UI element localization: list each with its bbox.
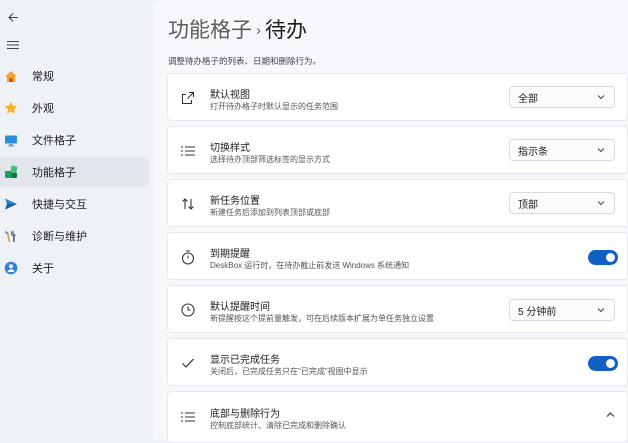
page-title: 待办 [265, 19, 307, 42]
default-reminder-time-dropdown[interactable]: 5 分钟前 [509, 299, 615, 321]
breadcrumb: 功能格子 › 待办 [168, 14, 307, 44]
setting-title: 底部与删除行为 [210, 409, 280, 420]
chevron-down-icon [597, 201, 605, 206]
chevron-up-icon[interactable] [606, 411, 615, 419]
due-reminder-toggle[interactable] [588, 250, 618, 265]
sidebar-item-label: 快捷与交互 [32, 199, 87, 211]
sidebar-item-label: 文件格子 [32, 135, 76, 147]
setting-title: 新任务位置 [210, 196, 260, 207]
toggle-knob [606, 359, 615, 368]
main-content: 功能格子 › 待办 调整待办格子的列表、日期和删除行为。 默认视图 打开待办格子时默… [153, 0, 628, 443]
sidebar: 常规 外观 文件格子 功能格子 快捷与交互 诊断与维护 关于 [0, 0, 153, 439]
setting-show-completed: 显示已完成任务 关闭后，已完成任务只在"已完成"视图中显示 [167, 338, 628, 386]
setting-title: 切换样式 [210, 143, 250, 154]
setting-subtitle: 选择待办顶部筛选标签的显示方式 [210, 155, 330, 164]
sort-arrows-icon [180, 196, 196, 212]
send-icon [4, 197, 18, 211]
new-task-position-dropdown[interactable]: 顶部 [509, 192, 615, 214]
breadcrumb-parent[interactable]: 功能格子 [168, 19, 252, 42]
setting-default-reminder-time: 默认提醒时间 新提醒按这个提前量触发，可在后续版本扩展为单任务独立设置 5 分钟… [167, 285, 628, 333]
sidebar-item-label: 关于 [32, 263, 54, 275]
setting-footer-delete-behavior[interactable]: 底部与删除行为 控制底部统计、清除已完成和删除确认 [167, 391, 628, 443]
sidebar-item-shortcuts[interactable]: 快捷与交互 [0, 189, 149, 219]
info-person-icon [4, 261, 18, 275]
timer-icon [180, 249, 196, 265]
setting-subtitle: 新建任务后添加到列表顶部或底部 [210, 208, 330, 217]
sidebar-item-label: 诊断与维护 [32, 231, 87, 243]
list-icon [180, 409, 196, 425]
dropdown-value: 指示条 [518, 146, 548, 158]
open-external-icon [180, 90, 196, 106]
back-arrow-icon[interactable] [4, 8, 22, 26]
setting-title: 默认视图 [210, 90, 250, 101]
setting-title: 默认提醒时间 [210, 302, 270, 313]
sidebar-item-diagnostics[interactable]: 诊断与维护 [0, 221, 149, 251]
switch-style-dropdown[interactable]: 指示条 [509, 139, 615, 161]
default-view-dropdown[interactable]: 全部 [509, 86, 615, 108]
check-icon [180, 355, 196, 371]
setting-subtitle: 打开待办格子时默认显示的任务范围 [210, 102, 338, 111]
show-completed-toggle[interactable] [588, 356, 618, 371]
sidebar-item-general[interactable]: 常规 [0, 61, 149, 91]
page-description: 调整待办格子的列表、日期和删除行为。 [168, 56, 322, 66]
dropdown-value: 5 分钟前 [518, 306, 557, 318]
breadcrumb-separator: › [256, 22, 261, 39]
sidebar-item-appearance[interactable]: 外观 [0, 93, 149, 123]
chevron-down-icon [597, 308, 605, 313]
monitor-icon [4, 133, 18, 147]
blocks-icon [4, 165, 18, 179]
setting-due-reminder: 到期提醒 DeskBox 运行时，在待办截止前发送 Windows 系统通知 [167, 232, 628, 280]
dropdown-value: 顶部 [518, 199, 538, 211]
setting-subtitle: 控制底部统计、清除已完成和删除确认 [210, 421, 346, 430]
setting-new-task-position: 新任务位置 新建任务后添加到列表顶部或底部 顶部 [167, 179, 628, 227]
dropdown-value: 全部 [518, 93, 538, 105]
list-icon [180, 143, 196, 159]
sidebar-item-label: 外观 [32, 103, 54, 115]
chevron-down-icon [597, 95, 605, 100]
clock-icon [180, 302, 196, 318]
chevron-down-icon [597, 148, 605, 153]
setting-subtitle: 新提醒按这个提前量触发，可在后续版本扩展为单任务独立设置 [210, 314, 434, 323]
toggle-knob [606, 253, 615, 262]
star-icon [4, 101, 18, 115]
setting-subtitle: DeskBox 运行时，在待办截止前发送 Windows 系统通知 [210, 261, 410, 270]
sidebar-item-about[interactable]: 关于 [0, 253, 149, 283]
tools-icon [4, 229, 18, 243]
setting-title: 到期提醒 [210, 249, 250, 260]
sidebar-item-file-grid[interactable]: 文件格子 [0, 125, 149, 155]
setting-default-view: 默认视图 打开待办格子时默认显示的任务范围 全部 [167, 73, 628, 121]
setting-title: 显示已完成任务 [210, 355, 280, 366]
sidebar-item-label: 功能格子 [32, 167, 76, 179]
hamburger-menu-icon[interactable] [4, 36, 22, 54]
setting-switch-style: 切换样式 选择待办顶部筛选标签的显示方式 指示条 [167, 126, 628, 174]
home-icon [4, 69, 18, 83]
sidebar-item-feature-grid[interactable]: 功能格子 [0, 157, 149, 187]
setting-subtitle: 关闭后，已完成任务只在"已完成"视图中显示 [210, 367, 368, 376]
sidebar-item-label: 常规 [32, 71, 54, 83]
